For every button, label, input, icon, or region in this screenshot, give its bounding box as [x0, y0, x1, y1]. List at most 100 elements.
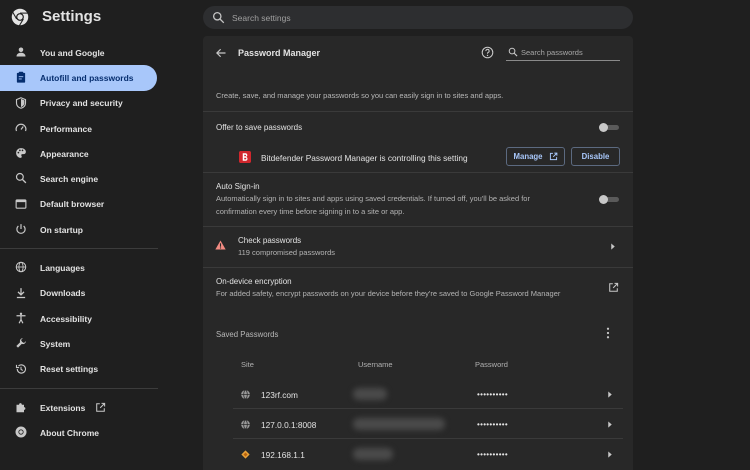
external-link-icon	[549, 152, 557, 161]
column-header-username: Username	[358, 360, 393, 369]
external-link-icon	[96, 402, 106, 412]
sidebar-item-privacy-and-security[interactable]: Privacy and security	[0, 91, 160, 116]
sidebar-item-reset-settings[interactable]: Reset settings	[0, 357, 160, 382]
sidebar-item-accessibility[interactable]: Accessibility	[0, 306, 160, 331]
sidebar-item-autofill-and-passwords[interactable]: Autofill and passwords	[0, 65, 157, 91]
sidebar-item-extensions[interactable]: Extensions	[0, 395, 160, 420]
browser-window-icon	[15, 199, 27, 209]
sidebar-item-label: Accessibility	[40, 313, 92, 324]
sidebar-item-default-browser[interactable]: Default browser	[0, 192, 160, 217]
auto-signin-description-line1: Automatically sign in to sites and apps …	[216, 194, 530, 203]
encryption-description: For added safety, encrypt passwords on y…	[216, 289, 561, 298]
manage-button-label: Manage	[513, 152, 543, 161]
password-masked: ••••••••••	[477, 420, 509, 429]
auto-signin-toggle[interactable]	[599, 195, 619, 204]
search-icon	[212, 11, 225, 24]
chevron-right-icon[interactable]	[607, 451, 613, 458]
sidebar-divider	[0, 248, 158, 250]
search-icon	[15, 173, 27, 184]
sidebar-item-search-engine[interactable]: Search engine	[0, 166, 160, 191]
sidebar-item-label: Default browser	[40, 199, 105, 210]
sidebar-item-system[interactable]: System	[0, 331, 160, 356]
globe-icon	[241, 419, 250, 430]
sidebar-item-label: Performance	[40, 123, 92, 134]
divider	[203, 226, 633, 227]
auto-signin-description-line2: confirmation every time before signing i…	[216, 207, 405, 216]
sidebar-item-languages[interactable]: Languages	[0, 255, 160, 280]
divider	[203, 111, 633, 112]
puzzle-icon	[16, 402, 26, 413]
sidebar-item-on-startup[interactable]: On startup	[0, 217, 160, 242]
person-icon	[16, 47, 26, 57]
sidebar-item-label: About Chrome	[40, 427, 100, 438]
controller-text: Bitdefender Password Manager is controll…	[261, 153, 468, 163]
auto-signin-label: Auto Sign-in	[216, 182, 260, 191]
sidebar-item-you-and-google[interactable]: You and Google	[0, 40, 160, 65]
external-link-icon[interactable]	[608, 282, 619, 293]
settings-search-box[interactable]	[203, 6, 633, 29]
globe-icon	[15, 262, 27, 273]
username-blurred	[353, 448, 393, 460]
palette-icon	[16, 148, 26, 159]
password-search-box[interactable]	[506, 45, 620, 61]
chevron-right-icon[interactable]	[607, 421, 613, 428]
sidebar-item-label: Appearance	[40, 148, 89, 159]
sidebar-item-about-chrome[interactable]: About Chrome	[0, 420, 160, 445]
chrome-icon	[15, 426, 27, 438]
divider	[233, 438, 623, 439]
toggle-knob	[599, 123, 608, 132]
speedometer-icon	[15, 123, 27, 132]
compromised-count: 119 compromised passwords	[238, 248, 335, 257]
sidebar-item-label: System	[40, 338, 71, 349]
settings-search-input[interactable]	[232, 6, 622, 29]
accessibility-icon	[16, 312, 26, 324]
sidebar-item-performance[interactable]: Performance	[0, 116, 160, 141]
saved-passwords-heading: Saved Passwords	[216, 330, 279, 339]
back-arrow-icon[interactable]	[215, 47, 227, 59]
manage-button[interactable]: Manage	[506, 147, 565, 166]
bitdefender-logo-icon	[239, 151, 251, 163]
search-icon	[508, 47, 518, 57]
help-icon[interactable]	[481, 46, 494, 59]
sidebar: You and Google Autofill and passwords Pr…	[0, 40, 160, 445]
password-masked: ••••••••••	[477, 390, 509, 399]
wrench-icon	[16, 338, 26, 348]
chrome-logo-icon	[11, 8, 29, 26]
sidebar-item-label: Languages	[40, 263, 85, 274]
download-icon	[16, 287, 26, 298]
page-title: Settings	[42, 8, 102, 25]
check-passwords-label[interactable]: Check passwords	[238, 236, 301, 245]
shield-icon	[15, 96, 27, 109]
sidebar-item-label: Reset settings	[40, 364, 99, 375]
top-bar: Settings	[0, 0, 750, 36]
router-icon	[241, 450, 250, 459]
password-manager-panel: Password Manager Create, save, and manag…	[203, 36, 633, 470]
column-header-password: Password	[475, 360, 508, 369]
offer-to-save-label: Offer to save passwords	[216, 123, 303, 132]
divider	[203, 172, 633, 173]
username-blurred	[353, 388, 387, 400]
sidebar-item-downloads[interactable]: Downloads	[0, 281, 160, 306]
chevron-right-icon[interactable]	[607, 391, 613, 398]
site-name: 192.168.1.1	[261, 450, 305, 460]
sidebar-item-label: Autofill and passwords	[40, 72, 134, 83]
clipboard-icon	[16, 72, 26, 83]
more-options-icon[interactable]	[605, 327, 611, 339]
password-manager-description: Create, save, and manage your passwords …	[216, 91, 504, 100]
sidebar-item-label: Search engine	[40, 174, 99, 185]
sidebar-divider	[0, 387, 158, 389]
column-header-site: Site	[241, 360, 254, 369]
power-icon	[16, 224, 26, 234]
sidebar-item-appearance[interactable]: Appearance	[0, 141, 160, 166]
disable-button[interactable]: Disable	[571, 147, 620, 166]
chevron-right-icon[interactable]	[610, 243, 616, 250]
password-manager-title: Password Manager	[238, 48, 321, 58]
sidebar-item-label: You and Google	[40, 47, 105, 58]
sidebar-item-label: Extensions	[40, 402, 86, 413]
sidebar-item-label: On startup	[40, 224, 83, 235]
divider	[203, 267, 633, 268]
site-name: 127.0.0.1:8008	[261, 420, 317, 430]
username-blurred	[353, 418, 445, 430]
password-search-input[interactable]	[521, 45, 619, 60]
offer-to-save-toggle[interactable]	[599, 123, 619, 132]
